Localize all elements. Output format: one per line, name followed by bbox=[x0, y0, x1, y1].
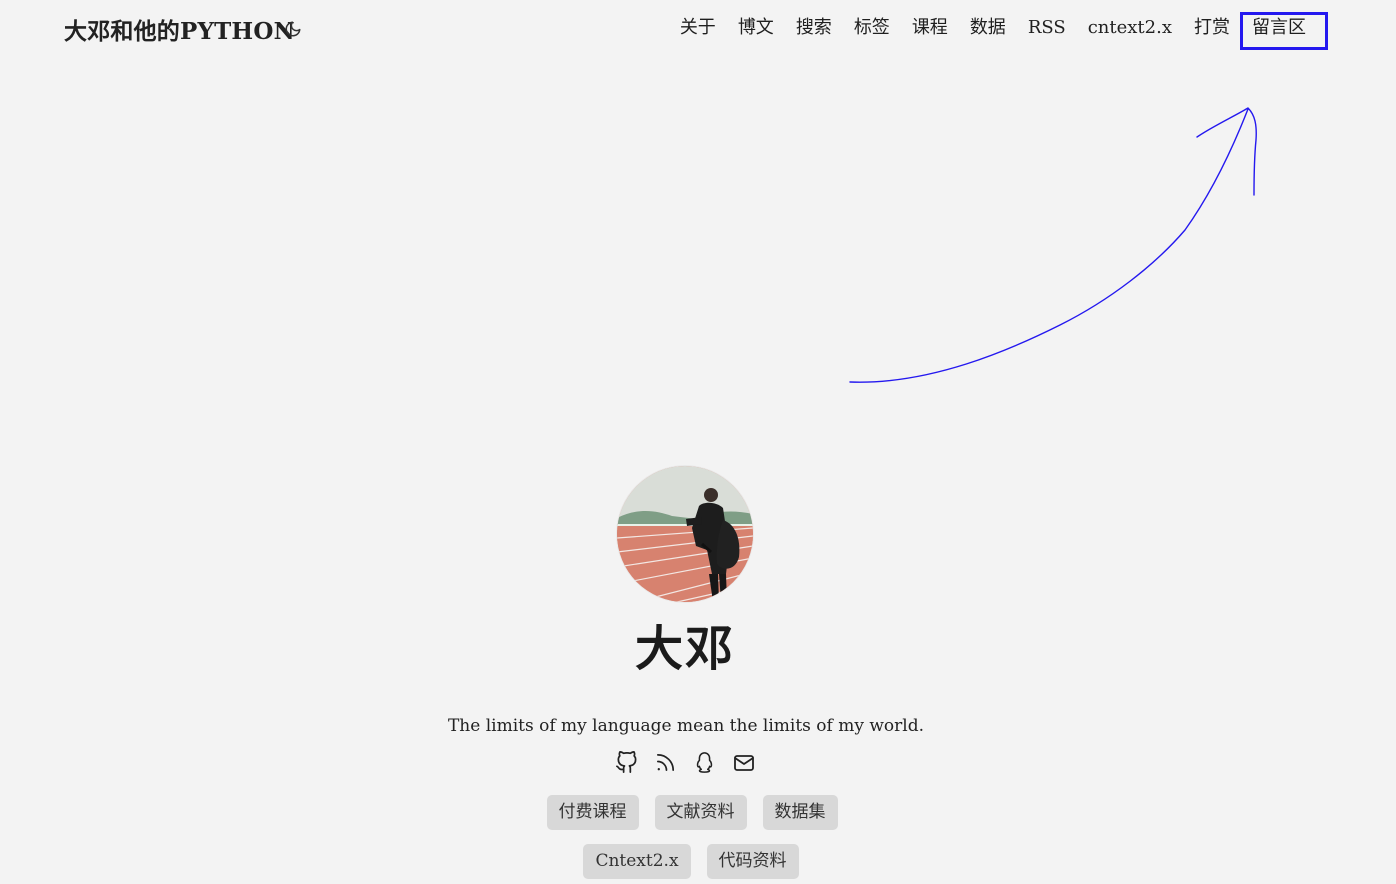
github-icon[interactable] bbox=[614, 750, 639, 775]
mail-icon[interactable] bbox=[731, 750, 756, 775]
nav-data[interactable]: 数据 bbox=[970, 16, 1006, 40]
nav-rss[interactable]: RSS bbox=[1028, 16, 1066, 40]
nav-courses[interactable]: 课程 bbox=[912, 16, 948, 40]
avatar bbox=[617, 466, 753, 602]
profile-name: 大邓 bbox=[634, 621, 735, 677]
nav-posts[interactable]: 博文 bbox=[738, 16, 774, 40]
cntext-button[interactable]: Cntext2.x bbox=[583, 844, 691, 880]
nav-guestbook[interactable]: 留言区 bbox=[1252, 16, 1306, 40]
profile-motto: The limits of my language mean the limit… bbox=[447, 716, 925, 737]
avatar-photo bbox=[617, 466, 753, 602]
profile-buttons-row-2: Cntext2.x 代码资料 bbox=[583, 844, 799, 880]
nav-donate[interactable]: 打赏 bbox=[1194, 16, 1230, 40]
profile-section: 大邓 The limits of my language mean the li… bbox=[0, 466, 1396, 880]
qq-icon[interactable] bbox=[692, 750, 717, 775]
site-title[interactable]: 大邓和他的PYTHON bbox=[64, 12, 295, 46]
main-nav: 关于 博文 搜索 标签 课程 数据 RSS cntext2.x 打赏 留言区 bbox=[680, 16, 1306, 40]
nav-tags[interactable]: 标签 bbox=[854, 16, 890, 40]
profile-buttons-row-1: 付费课程 文献资料 数据集 bbox=[546, 795, 838, 831]
moon-icon[interactable] bbox=[284, 20, 302, 38]
literature-button[interactable]: 文献资料 bbox=[654, 795, 747, 831]
rss-icon[interactable] bbox=[653, 750, 678, 775]
datasets-button[interactable]: 数据集 bbox=[762, 795, 838, 831]
code-materials-button[interactable]: 代码资料 bbox=[706, 844, 799, 880]
site-header: 大邓和他的PYTHON 关于 博文 搜索 标签 课程 数据 RSS cntext… bbox=[0, 0, 1396, 62]
social-links bbox=[614, 750, 756, 775]
nav-search[interactable]: 搜索 bbox=[796, 16, 832, 40]
nav-about[interactable]: 关于 bbox=[680, 16, 716, 40]
nav-cntext[interactable]: cntext2.x bbox=[1088, 16, 1172, 40]
paid-courses-button[interactable]: 付费课程 bbox=[546, 795, 639, 831]
